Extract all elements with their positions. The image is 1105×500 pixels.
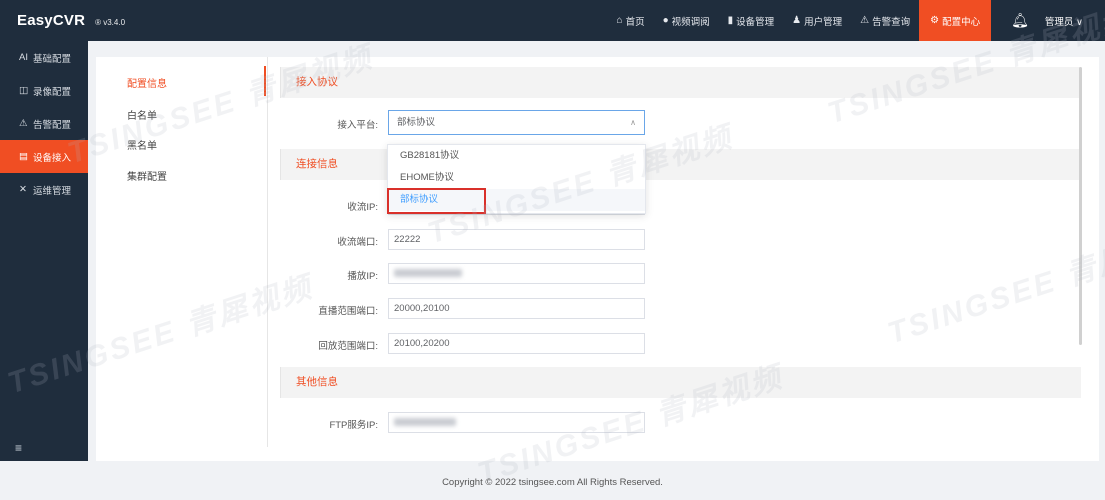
alarm-config-icon: ⚠	[19, 118, 28, 129]
redacted-ftp-ip	[394, 418, 456, 426]
nav-users[interactable]: ♟ 用户管理	[783, 0, 851, 41]
nav-devices[interactable]: ▮ 设备管理	[719, 0, 784, 41]
option-ehome[interactable]: EHOME协议	[388, 167, 645, 189]
live-range-label: 直播范围端口:	[318, 306, 378, 317]
ai-icon: AI	[19, 52, 28, 63]
stream-ip-label: 收流IP:	[347, 202, 378, 213]
playback-range-field[interactable]: 20100,20200	[388, 333, 645, 354]
app-name: EasyCVR	[17, 12, 86, 29]
nav-home[interactable]: ⌂ 首页	[608, 0, 654, 41]
sidebar-item-alarm-config[interactable]: ⚠ 告警配置	[0, 107, 88, 140]
ftp-ip-label: FTP服务IP:	[329, 420, 378, 431]
alarm-icon: ⚠	[860, 15, 870, 26]
nav-video[interactable]: ● 视频调阅	[654, 0, 719, 41]
stream-port-field[interactable]: 22222	[388, 229, 645, 250]
device-icon: ▮	[727, 15, 734, 26]
subnav-config-info[interactable]: 配置信息	[127, 75, 167, 90]
sub-nav: 配置信息 白名单 黑名单 集群配置	[96, 57, 267, 447]
gear-icon: ⚙	[930, 15, 940, 26]
app-logo[interactable]: EasyCVR ® v3.4.0	[0, 12, 160, 29]
sidebar: AI 基础配置 ◫ 录像配置 ⚠ 告警配置 ▤ 设备接入 ✕ 运维管理 ≡	[0, 41, 88, 461]
nav-home-label: 首页	[625, 16, 645, 28]
nav-config-label: 配置中心	[942, 16, 981, 28]
app-version: ® v3.4.0	[95, 18, 126, 27]
sidebar-item-device-access[interactable]: ▤ 设备接入	[0, 140, 88, 173]
platform-label: 接入平台:	[337, 120, 378, 131]
record-icon: ◫	[19, 85, 28, 96]
device-access-icon: ▤	[19, 151, 28, 162]
stream-port-label: 收流端口:	[337, 237, 378, 248]
subnav-cluster[interactable]: 集群配置	[127, 168, 167, 183]
redacted-ip	[394, 269, 462, 277]
subnav-whitelist[interactable]: 白名单	[127, 107, 157, 122]
nav-video-label: 视频调阅	[671, 16, 710, 28]
platform-value: 部标协议	[397, 117, 436, 128]
footer-copyright: Copyright © 2022 tsingsee.com All Rights…	[442, 477, 663, 488]
active-indicator	[264, 66, 266, 96]
nav-devices-label: 设备管理	[736, 16, 775, 28]
highlight-box	[387, 188, 486, 214]
collapse-menu-icon[interactable]: ≡	[15, 441, 22, 455]
option-gb28181[interactable]: GB28181协议	[388, 145, 645, 167]
sidebar-item-label: 运维管理	[33, 185, 72, 197]
section-access-protocol: 接入协议	[280, 67, 1081, 98]
tools-icon: ✕	[19, 184, 27, 195]
play-ip-label: 播放IP:	[347, 271, 378, 282]
user-icon: ♟	[792, 15, 802, 26]
nav-config-center[interactable]: ⚙ 配置中心	[919, 0, 992, 41]
divider	[267, 57, 268, 447]
video-icon: ●	[662, 15, 669, 26]
sidebar-item-record-config[interactable]: ◫ 录像配置	[0, 74, 88, 107]
chevron-up-icon: ∧	[630, 118, 636, 127]
live-range-field[interactable]: 20000,20100	[388, 298, 645, 319]
bell-icon[interactable]: 🔔︎	[991, 12, 1039, 29]
top-header: EasyCVR ® v3.4.0 ⌂ 首页 ● 视频调阅 ▮ 设备管理 ♟ 用户管理 ⚠…	[0, 0, 1105, 41]
section-other: 其他信息	[280, 367, 1081, 398]
scrollbar[interactable]	[1079, 67, 1082, 345]
sidebar-item-ops[interactable]: ✕ 运维管理	[0, 173, 88, 206]
nav-alarms[interactable]: ⚠ 告警查询	[851, 0, 919, 41]
playback-range-label: 回放范围端口:	[318, 341, 378, 352]
platform-select[interactable]: 部标协议 ∧	[388, 110, 645, 135]
sidebar-item-label: 基础配置	[33, 53, 72, 65]
main-content: 配置信息 白名单 黑名单 集群配置 接入协议 接入平台: 部标协议 ∧ 连接信息…	[96, 57, 1099, 461]
sidebar-item-label: 告警配置	[33, 119, 72, 131]
sidebar-item-label: 录像配置	[33, 86, 72, 98]
home-icon: ⌂	[616, 15, 623, 26]
top-nav: ⌂ 首页 ● 视频调阅 ▮ 设备管理 ♟ 用户管理 ⚠ 告警查询 ⚙ 配置中心 🔔︎ 管理员…	[608, 0, 1105, 41]
user-menu[interactable]: 管理员 ∨	[1039, 14, 1105, 28]
nav-users-label: 用户管理	[804, 16, 843, 28]
subnav-blacklist[interactable]: 黑名单	[127, 137, 157, 152]
sidebar-item-label: 设备接入	[33, 152, 72, 164]
sidebar-item-basic-config[interactable]: AI 基础配置	[0, 41, 88, 74]
nav-alarms-label: 告警查询	[872, 16, 911, 28]
